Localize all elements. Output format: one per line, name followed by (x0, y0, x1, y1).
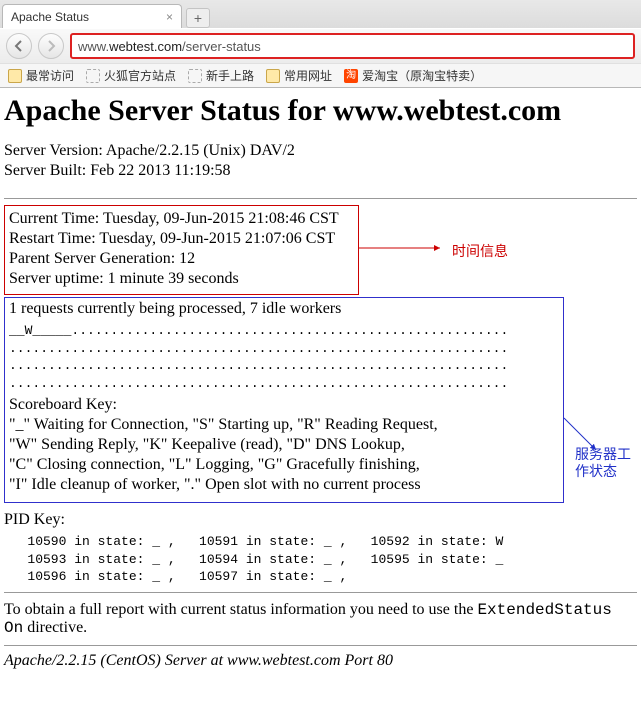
parent-generation: Parent Server Generation: 12 (9, 250, 354, 268)
browser-tab-active[interactable]: Apache Status × (2, 4, 182, 28)
workers-summary: 1 requests currently being processed, 7 … (9, 300, 559, 318)
bookmark-label: 常用网址 (284, 67, 332, 84)
current-time: Current Time: Tuesday, 09-Jun-2015 21:08… (9, 210, 354, 228)
annotation-arrow-red (358, 238, 448, 258)
bookmark-firefox[interactable]: 火狐官方站点 (86, 67, 176, 84)
scoreboard: __W_____................................… (9, 322, 559, 392)
divider (4, 592, 637, 593)
bookmark-most-visited[interactable]: 最常访问 (8, 67, 74, 84)
restart-time: Restart Time: Tuesday, 09-Jun-2015 21:07… (9, 230, 354, 248)
tab-strip: Apache Status × + (0, 0, 641, 28)
footer-prefix: To obtain a full report with current sta… (4, 601, 477, 618)
bookmark-aitaobao[interactable]: 爱淘宝（原淘宝特卖） (344, 67, 482, 84)
url-path: /server-status (182, 39, 261, 54)
time-info-box: Current Time: Tuesday, 09-Jun-2015 21:08… (4, 205, 359, 295)
url-prefix: www. (78, 39, 109, 54)
pid-key-title: PID Key: (4, 511, 637, 529)
bookmark-label: 新手上路 (206, 67, 254, 84)
page-icon (86, 69, 100, 83)
folder-icon (8, 69, 22, 83)
taobao-icon (344, 69, 358, 83)
bookmark-label: 火狐官方站点 (104, 67, 176, 84)
server-uptime: Server uptime: 1 minute 39 seconds (9, 270, 354, 288)
browser-chrome: Apache Status × + www.webtest.com/server… (0, 0, 641, 88)
server-built: Server Built: Feb 22 2013 11:19:58 (4, 162, 637, 180)
annotation-arrow-blue (562, 378, 602, 458)
new-tab-button[interactable]: + (186, 8, 210, 28)
server-address: Apache/2.2.15 (CentOS) Server at www.web… (4, 652, 637, 670)
nav-toolbar: www.webtest.com/server-status (0, 28, 641, 63)
score-key-line: "W" Sending Reply, "K" Keepalive (read),… (9, 436, 559, 454)
server-version: Server Version: Apache/2.2.15 (Unix) DAV… (4, 142, 637, 160)
scoreboard-key-title: Scoreboard Key: (9, 396, 559, 414)
bookmark-newbie[interactable]: 新手上路 (188, 67, 254, 84)
page-icon (188, 69, 202, 83)
scoreboard-key: "_" Waiting for Connection, "S" Starting… (9, 416, 559, 494)
address-bar[interactable]: www.webtest.com/server-status (70, 33, 635, 59)
page-content: Apache Server Status for www.webtest.com… (0, 94, 641, 670)
back-button[interactable] (6, 33, 32, 59)
bookmark-label: 爱淘宝（原淘宝特卖） (362, 67, 482, 84)
chevron-right-icon (45, 40, 57, 52)
url-host: webtest.com (109, 39, 182, 54)
page-title: Apache Server Status for www.webtest.com (4, 94, 637, 128)
footer-note: To obtain a full report with current sta… (4, 601, 637, 637)
divider (4, 198, 637, 199)
tab-title: Apache Status (11, 10, 89, 24)
close-icon[interactable]: × (166, 10, 173, 24)
score-key-line: "C" Closing connection, "L" Logging, "G"… (9, 456, 559, 474)
server-meta: Server Version: Apache/2.2.15 (Unix) DAV… (4, 142, 637, 180)
bookmark-common[interactable]: 常用网址 (266, 67, 332, 84)
footer-suffix: directive. (23, 619, 87, 636)
folder-icon (266, 69, 280, 83)
chevron-left-icon (13, 40, 25, 52)
score-key-line: "I" Idle cleanup of worker, "." Open slo… (9, 476, 559, 494)
divider (4, 645, 637, 646)
bookmark-label: 最常访问 (26, 67, 74, 84)
workers-box: 1 requests currently being processed, 7 … (4, 297, 564, 503)
bookmarks-bar: 最常访问 火狐官方站点 新手上路 常用网址 爱淘宝（原淘宝特卖） (0, 63, 641, 87)
forward-button[interactable] (38, 33, 64, 59)
score-key-line: "_" Waiting for Connection, "S" Starting… (9, 416, 559, 434)
pid-key-block: 10590 in state: _ , 10591 in state: _ , … (4, 533, 637, 586)
